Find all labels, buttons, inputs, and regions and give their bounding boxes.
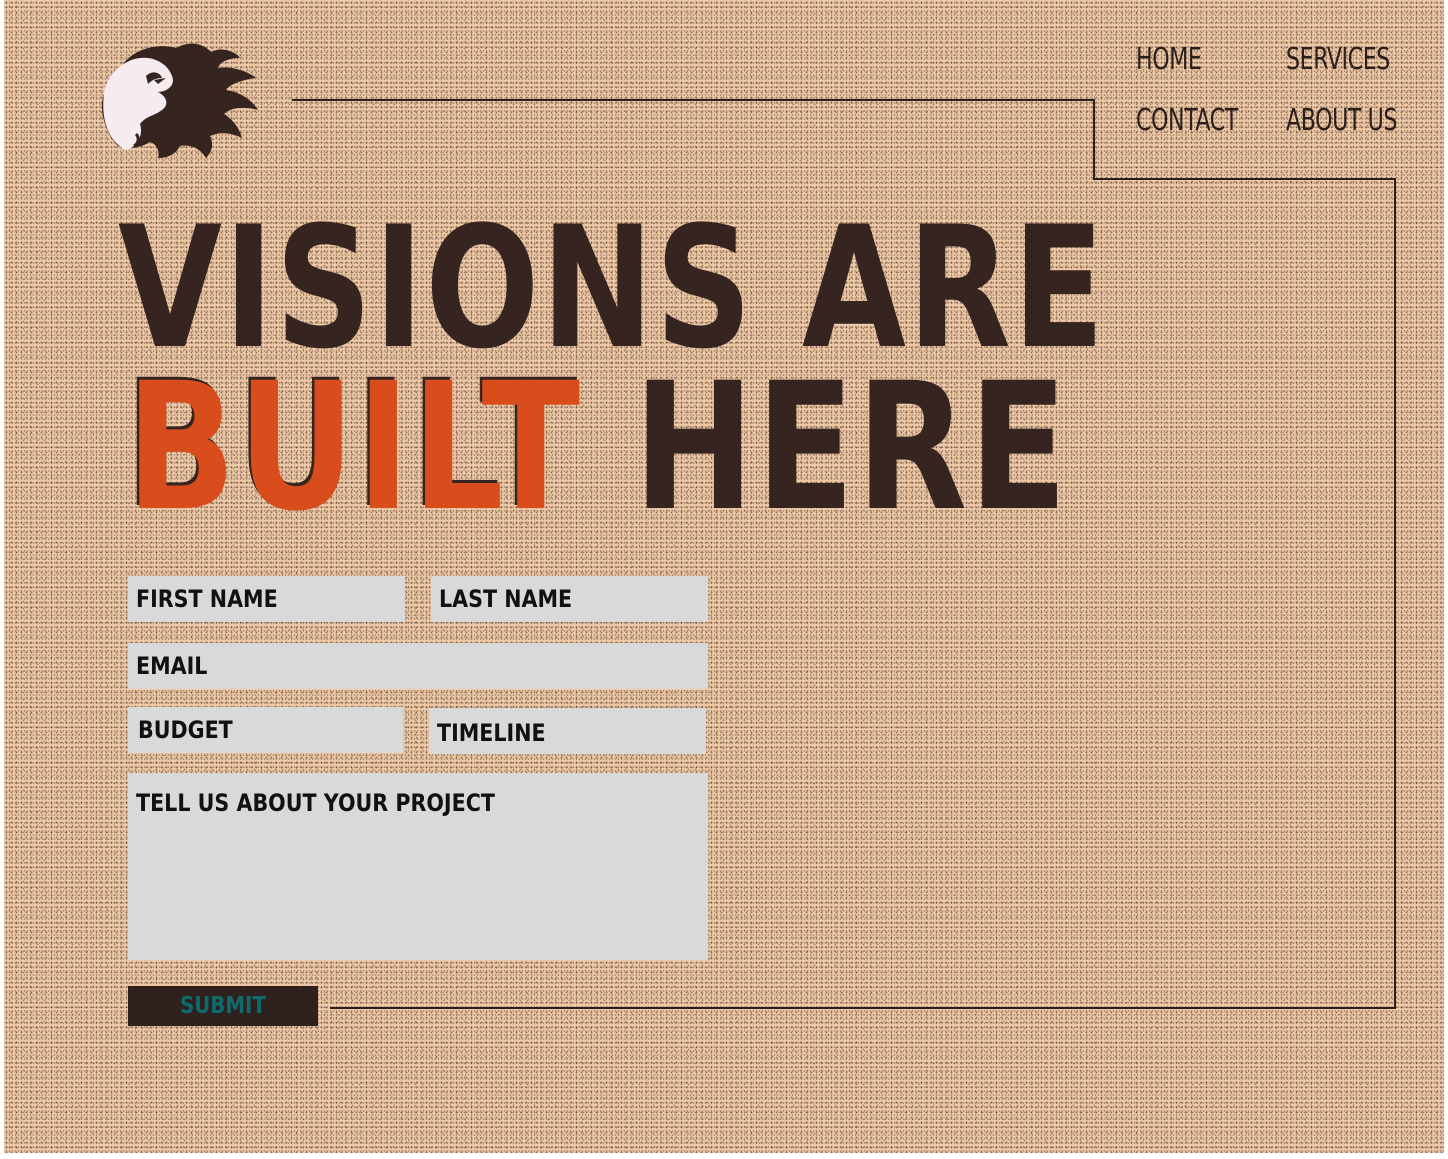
timeline-placeholder: TIMELINE bbox=[437, 719, 546, 747]
page-background: HOME SERVICES CONTACT ABOUT US VISIONS A… bbox=[4, 0, 1444, 1153]
email-placeholder: EMAIL bbox=[136, 652, 208, 680]
nav-services[interactable]: SERVICES bbox=[1286, 42, 1390, 77]
frame-line-notch-horizontal bbox=[1093, 178, 1396, 180]
budget-placeholder: BUDGET bbox=[138, 716, 233, 744]
brand-logo[interactable] bbox=[96, 38, 266, 162]
submit-button-label: SUBMIT bbox=[180, 993, 266, 1019]
project-description-placeholder: TELL US ABOUT YOUR PROJECT bbox=[136, 789, 495, 817]
hero-headline-rest: HERE bbox=[633, 345, 1070, 550]
nav-home[interactable]: HOME bbox=[1136, 42, 1202, 77]
flaming-ghost-logo-icon bbox=[101, 43, 258, 158]
hero-headline-line-2: BUILT HERE bbox=[126, 360, 1069, 536]
timeline-field[interactable]: TIMELINE bbox=[429, 708, 706, 754]
email-field[interactable]: EMAIL bbox=[128, 643, 708, 689]
submit-button[interactable]: SUBMIT bbox=[128, 986, 318, 1026]
frame-line-bottom bbox=[330, 1007, 1396, 1009]
frame-line-top bbox=[292, 99, 1095, 101]
budget-field[interactable]: BUDGET bbox=[128, 707, 403, 753]
nav-about-us[interactable]: ABOUT US bbox=[1286, 103, 1397, 138]
last-name-placeholder: LAST NAME bbox=[439, 585, 573, 613]
nav-contact[interactable]: CONTACT bbox=[1136, 103, 1238, 138]
hero-headline-accent-word: BUILT bbox=[126, 345, 582, 550]
first-name-placeholder: FIRST NAME bbox=[136, 585, 278, 613]
frame-line-right bbox=[1394, 178, 1396, 1009]
project-description-textarea[interactable]: TELL US ABOUT YOUR PROJECT bbox=[128, 773, 708, 960]
frame-line-notch-vertical bbox=[1093, 99, 1095, 180]
last-name-field[interactable]: LAST NAME bbox=[431, 576, 708, 622]
first-name-field[interactable]: FIRST NAME bbox=[128, 576, 405, 622]
